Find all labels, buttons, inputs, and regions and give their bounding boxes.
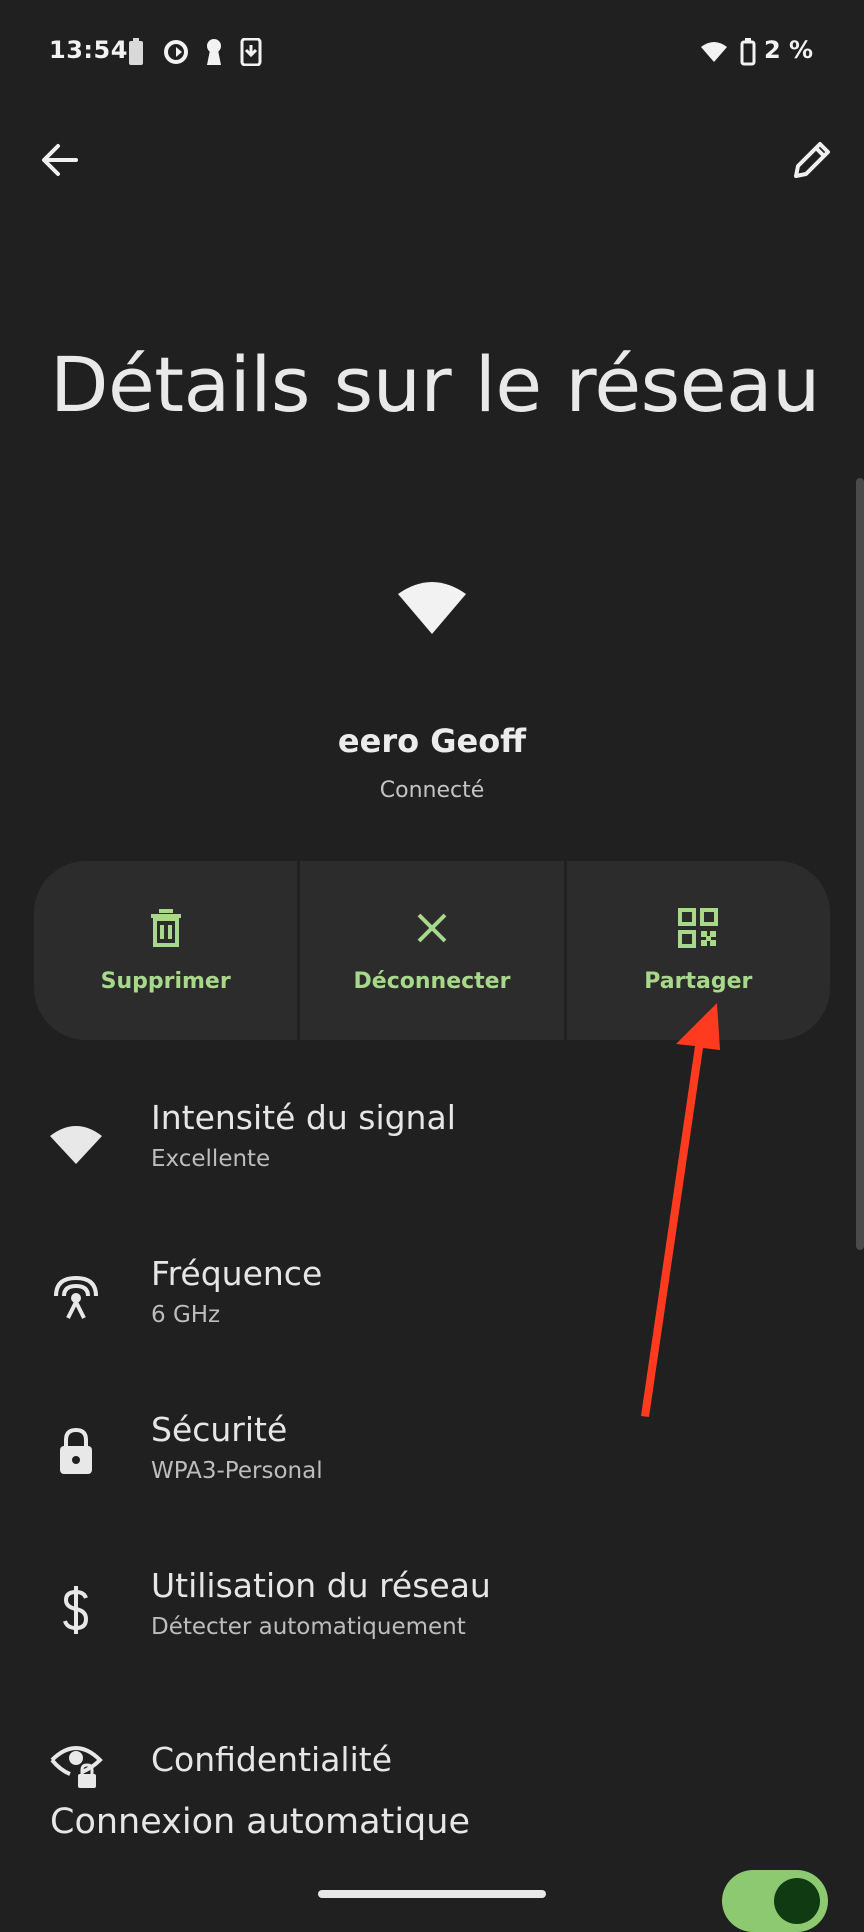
wifi-icon xyxy=(701,42,727,62)
share-button[interactable]: Partager xyxy=(566,861,830,1040)
trash-icon xyxy=(150,909,181,947)
battery-icon xyxy=(740,38,756,66)
antenna-icon xyxy=(54,1275,98,1319)
disconnect-label: Déconnecter xyxy=(353,969,511,994)
row-title: Confidentialité xyxy=(151,1740,393,1779)
network-status: Connecté xyxy=(379,778,485,803)
row-title: Utilisation du réseau xyxy=(151,1566,491,1605)
sync-icon xyxy=(164,40,188,64)
share-label: Partager xyxy=(644,969,753,994)
dollar-icon xyxy=(63,1586,89,1634)
row-title: Intensité du signal xyxy=(151,1098,456,1137)
action-buttons: Supprimer Déconnecter Partager xyxy=(34,861,830,1040)
wifi-icon xyxy=(50,1126,102,1164)
back-button[interactable] xyxy=(30,136,90,184)
row-subtitle: WPA3-Personal xyxy=(151,1458,323,1484)
status-time: 13:54 xyxy=(49,36,128,64)
disconnect-button[interactable]: Déconnecter xyxy=(300,861,564,1040)
auto-connect-label: Connexion automatique xyxy=(50,1802,470,1842)
lock-icon xyxy=(60,1427,92,1474)
edit-button[interactable] xyxy=(782,134,842,188)
battery-percentage: 2 % xyxy=(764,36,814,64)
row-subtitle: Excellente xyxy=(151,1146,271,1172)
row-subtitle: 6 GHz xyxy=(151,1302,221,1328)
detail-network-usage[interactable]: Utilisation du réseau Détecter automatiq… xyxy=(0,1558,864,1688)
detail-signal-strength[interactable]: Intensité du signal Excellente xyxy=(0,1090,864,1220)
row-title: Fréquence xyxy=(151,1254,323,1293)
detail-frequency[interactable]: Fréquence 6 GHz xyxy=(0,1246,864,1376)
arrow-left-icon xyxy=(42,144,78,176)
battery-saver-icon xyxy=(129,38,143,65)
eye-lock-icon xyxy=(50,1746,103,1788)
row-title: Sécurité xyxy=(151,1410,288,1449)
toggle-knob xyxy=(774,1878,820,1924)
download-icon xyxy=(240,38,262,66)
gesture-nav-handle[interactable] xyxy=(318,1890,546,1898)
detail-security[interactable]: Sécurité WPA3-Personal xyxy=(0,1402,864,1532)
pencil-icon xyxy=(794,142,830,178)
auto-connect-toggle[interactable] xyxy=(722,1870,828,1932)
wifi-signal-icon xyxy=(398,582,466,634)
close-icon xyxy=(417,913,447,943)
delete-label: Supprimer xyxy=(100,969,231,994)
page-title: Détails sur le réseau xyxy=(50,340,820,429)
qr-code-icon xyxy=(678,908,719,948)
row-subtitle: Détecter automatiquement xyxy=(151,1614,466,1640)
network-name: eero Geoff xyxy=(337,722,527,760)
delete-button[interactable]: Supprimer xyxy=(34,861,298,1040)
keyhole-icon xyxy=(207,39,221,65)
